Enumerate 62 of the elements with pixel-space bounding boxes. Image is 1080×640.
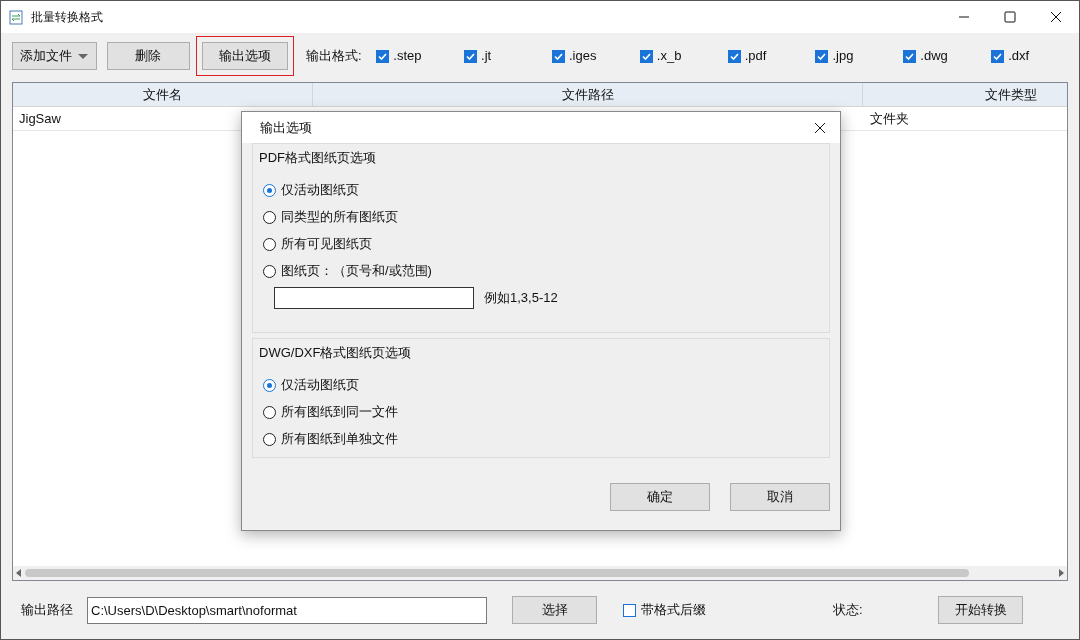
- group-title: DWG/DXF格式图纸页选项: [259, 344, 413, 362]
- format-label: .pdf: [744, 47, 767, 66]
- checkbox[interactable]: [376, 49, 390, 63]
- output-path-field[interactable]: C:\Users\D\Desktop\smart\noformat: [87, 596, 487, 624]
- page-range-field[interactable]: [274, 286, 474, 309]
- checkbox[interactable]: [639, 49, 653, 63]
- table-cell-text: 文件夹: [869, 109, 910, 128]
- status-label: 状态:: [833, 601, 864, 620]
- format-label: .dwg: [920, 47, 948, 66]
- format-label: .jpg: [832, 47, 854, 66]
- radio-button[interactable]: [263, 183, 276, 197]
- column-header[interactable]: 文件名: [13, 83, 313, 106]
- checkbox[interactable]: [727, 49, 741, 63]
- scroll-right-icon[interactable]: [1059, 569, 1064, 577]
- radio-label: 图纸页：（页号和/或范围): [281, 262, 432, 281]
- radio-button[interactable]: [263, 210, 276, 224]
- checkbox[interactable]: [815, 49, 829, 63]
- close-icon[interactable]: [1050, 11, 1062, 23]
- radio-button[interactable]: [263, 378, 276, 392]
- group-title: PDF格式图纸页选项: [259, 149, 377, 167]
- suffix-checkbox-label: 带格式后缀: [641, 601, 706, 620]
- format-label: .iges: [568, 47, 597, 66]
- checkbox[interactable]: [903, 49, 917, 63]
- radio-button[interactable]: [263, 432, 276, 446]
- column-header[interactable]: 文件路径: [313, 83, 863, 106]
- checkbox[interactable]: [464, 49, 478, 63]
- radio-label: 所有可见图纸页: [281, 235, 372, 254]
- caret-icon: [78, 53, 89, 59]
- radio-label: 仅活动图纸页: [281, 181, 359, 200]
- ok-button[interactable]: 确定: [610, 483, 710, 511]
- range-hint: 例如1,3,5-12: [484, 288, 558, 307]
- radio-label: 所有图纸到同一文件: [281, 403, 398, 422]
- checkbox[interactable]: [991, 49, 1005, 63]
- checkbox[interactable]: [623, 603, 636, 617]
- table-cell-text: JigSaw: [19, 109, 61, 128]
- cancel-button[interactable]: 取消: [730, 483, 830, 511]
- scroll-left-icon[interactable]: [16, 569, 21, 577]
- radio-button[interactable]: [263, 264, 276, 278]
- format-label: .x_b: [656, 47, 682, 66]
- format-label: .jt: [481, 47, 492, 66]
- column-header[interactable]: 文件类型: [863, 83, 1067, 106]
- output-path-label: 输出路径: [21, 601, 74, 620]
- format-label: .step: [393, 47, 422, 66]
- format-label: .dxf: [1008, 47, 1030, 66]
- close-icon[interactable]: [814, 121, 826, 134]
- horizontal-scrollbar[interactable]: [13, 566, 1067, 580]
- radio-label: 仅活动图纸页: [281, 376, 359, 395]
- start-convert-button[interactable]: 开始转换: [938, 596, 1023, 624]
- format-label: 输出格式:: [306, 47, 363, 66]
- output-options-button[interactable]: 输出选项: [202, 42, 288, 70]
- maximize-icon[interactable]: [1004, 11, 1016, 23]
- choose-button[interactable]: 选择: [512, 596, 597, 624]
- radio-label: 同类型的所有图纸页: [281, 208, 398, 227]
- checkbox[interactable]: [551, 49, 565, 63]
- radio-label: 所有图纸到单独文件: [281, 430, 398, 449]
- dialog-title: 输出选项: [260, 118, 312, 137]
- add-file-button[interactable]: 添加文件: [12, 42, 97, 70]
- radio-button[interactable]: [263, 405, 276, 419]
- window-title: 批量转换格式: [31, 9, 103, 26]
- delete-button[interactable]: 删除: [106, 42, 190, 70]
- app-icon: [9, 9, 23, 25]
- radio-button[interactable]: [263, 237, 276, 251]
